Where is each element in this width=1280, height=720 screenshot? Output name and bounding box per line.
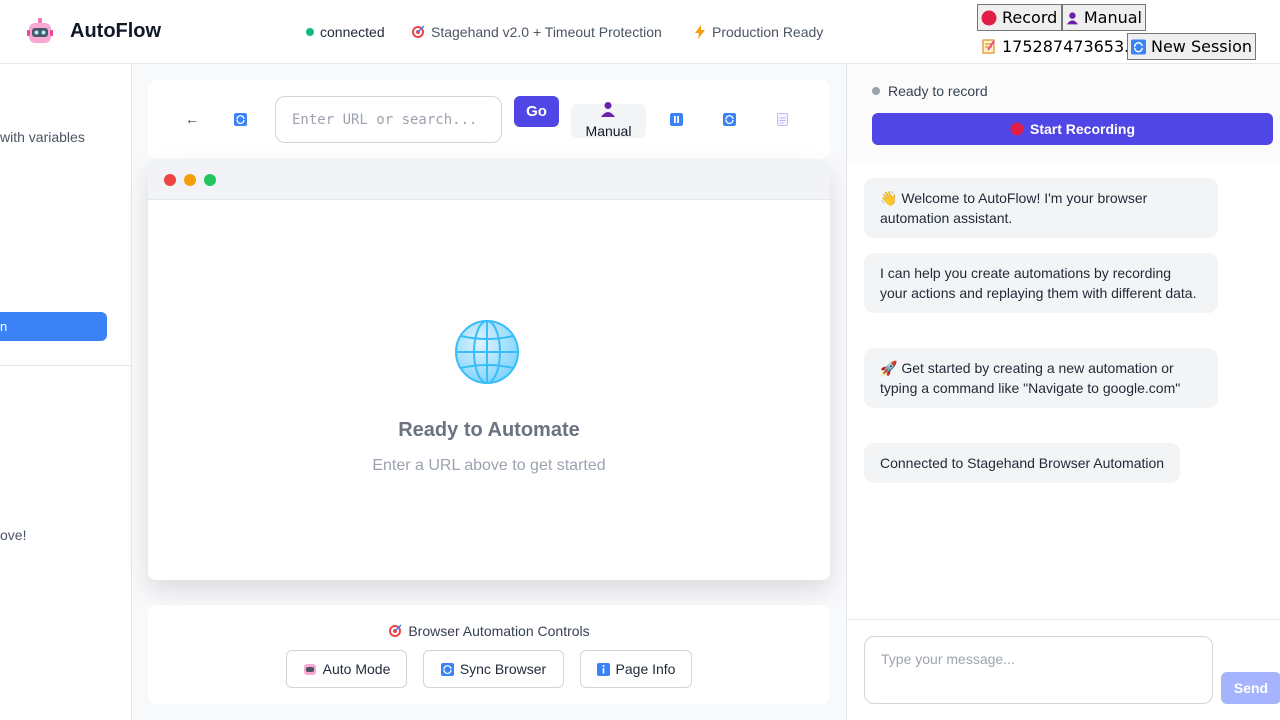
chat-message: Connected to Stagehand Browser Automatio… (864, 443, 1181, 483)
chat-message: 👋 Welcome to AutoFlow! I'm your browser … (864, 178, 1218, 238)
record-status-label: Ready to record (888, 83, 988, 99)
record-button-label: Record (1002, 8, 1058, 27)
new-session-button[interactable]: New Session (1127, 33, 1256, 60)
red-circle-icon (981, 10, 997, 25)
sync-browser-button[interactable]: Sync Browser (423, 650, 564, 688)
recording-section: Ready to record Start Recording (847, 64, 1280, 161)
browser-viewport[interactable]: Ready to Automate Enter a URL above to g… (148, 160, 830, 580)
controls-title-label: Browser Automation Controls (408, 623, 590, 639)
chat-message: 🚀 Get started by creating a new automati… (864, 348, 1218, 408)
connection-status-label: connected (320, 24, 385, 40)
chat-panel: Ready to record Start Recording 👋 Welcom… (846, 64, 1280, 720)
session-id: 175287473653... (982, 37, 1139, 56)
sync-browser-label: Sync Browser (459, 661, 547, 677)
ready-title: Ready to Automate (398, 419, 580, 441)
refresh-icon (1131, 39, 1146, 54)
start-recording-label: Start Recording (1029, 121, 1135, 137)
manual-toggle-label: Manual (585, 123, 632, 139)
close-dot-icon (164, 174, 176, 186)
page-icon[interactable] (777, 113, 788, 126)
stagehand-status-label: Stagehand v2.0 + Timeout Protection (431, 24, 662, 40)
minimize-dot-icon (184, 174, 196, 186)
sync-icon[interactable] (723, 113, 736, 126)
start-recording-button[interactable]: Start Recording (872, 113, 1273, 145)
manual-toggle-button[interactable]: Manual (571, 102, 646, 139)
production-status-label: Production Ready (712, 24, 824, 40)
target-icon (412, 25, 425, 38)
target-icon (389, 624, 402, 637)
connection-status: connected (306, 24, 385, 40)
auto-mode-button[interactable]: Auto Mode (286, 650, 407, 688)
sidebar-active-item[interactable]: n (0, 312, 107, 341)
robot-logo-icon (27, 18, 53, 43)
connected-dot-icon (306, 28, 314, 36)
session-id-label: 175287473653... (1002, 37, 1140, 56)
auto-mode-label: Auto Mode (322, 661, 391, 677)
record-button[interactable]: Record (977, 4, 1062, 31)
sidebar-empty-fragment: ove! (0, 527, 27, 543)
app-name: AutoFlow (70, 20, 162, 42)
sync-icon (440, 662, 454, 676)
chat-message: I can help you create automations by rec… (864, 253, 1218, 313)
user-icon (601, 102, 615, 117)
message-input[interactable] (864, 636, 1213, 704)
record-status: Ready to record (872, 83, 988, 99)
maximize-dot-icon (204, 174, 216, 186)
page-info-button[interactable]: Page Info (580, 650, 692, 688)
refresh-icon[interactable] (234, 113, 247, 126)
url-input[interactable] (275, 96, 502, 143)
browser-toolbar: ← Go Manual (148, 80, 830, 159)
top-header: AutoFlow connected Stagehand v2.0 + Time… (0, 0, 1280, 64)
user-icon (1066, 11, 1079, 24)
manual-mode-button[interactable]: Manual (1062, 4, 1146, 31)
idle-dot-icon (872, 87, 880, 95)
automation-controls: Browser Automation Controls Auto Mode Sy… (148, 605, 830, 704)
stagehand-status: Stagehand v2.0 + Timeout Protection (411, 24, 662, 40)
production-status: Production Ready (694, 24, 823, 40)
controls-title: Browser Automation Controls (148, 623, 830, 639)
red-circle-icon (1010, 122, 1024, 136)
back-arrow-icon[interactable]: ← (185, 111, 199, 127)
pause-icon[interactable] (670, 113, 683, 126)
sidebar-description-fragment: with variables (0, 129, 85, 145)
browser-chrome-bar (148, 160, 830, 200)
ready-subtitle: Enter a URL above to get started (372, 457, 606, 474)
manual-button-label: Manual (1083, 8, 1142, 27)
send-button[interactable]: Send (1221, 672, 1280, 704)
left-sidebar: with variables n ove! (0, 64, 132, 720)
sidebar-divider (0, 365, 131, 366)
go-button[interactable]: Go (514, 96, 559, 127)
new-session-label: New Session (1150, 37, 1252, 56)
memo-icon (982, 39, 995, 54)
globe-icon (455, 320, 519, 384)
lightning-icon (695, 25, 705, 39)
info-icon (596, 662, 610, 676)
page-info-label: Page Info (615, 661, 676, 677)
chat-input-divider (847, 619, 1280, 620)
robot-icon (303, 664, 316, 675)
